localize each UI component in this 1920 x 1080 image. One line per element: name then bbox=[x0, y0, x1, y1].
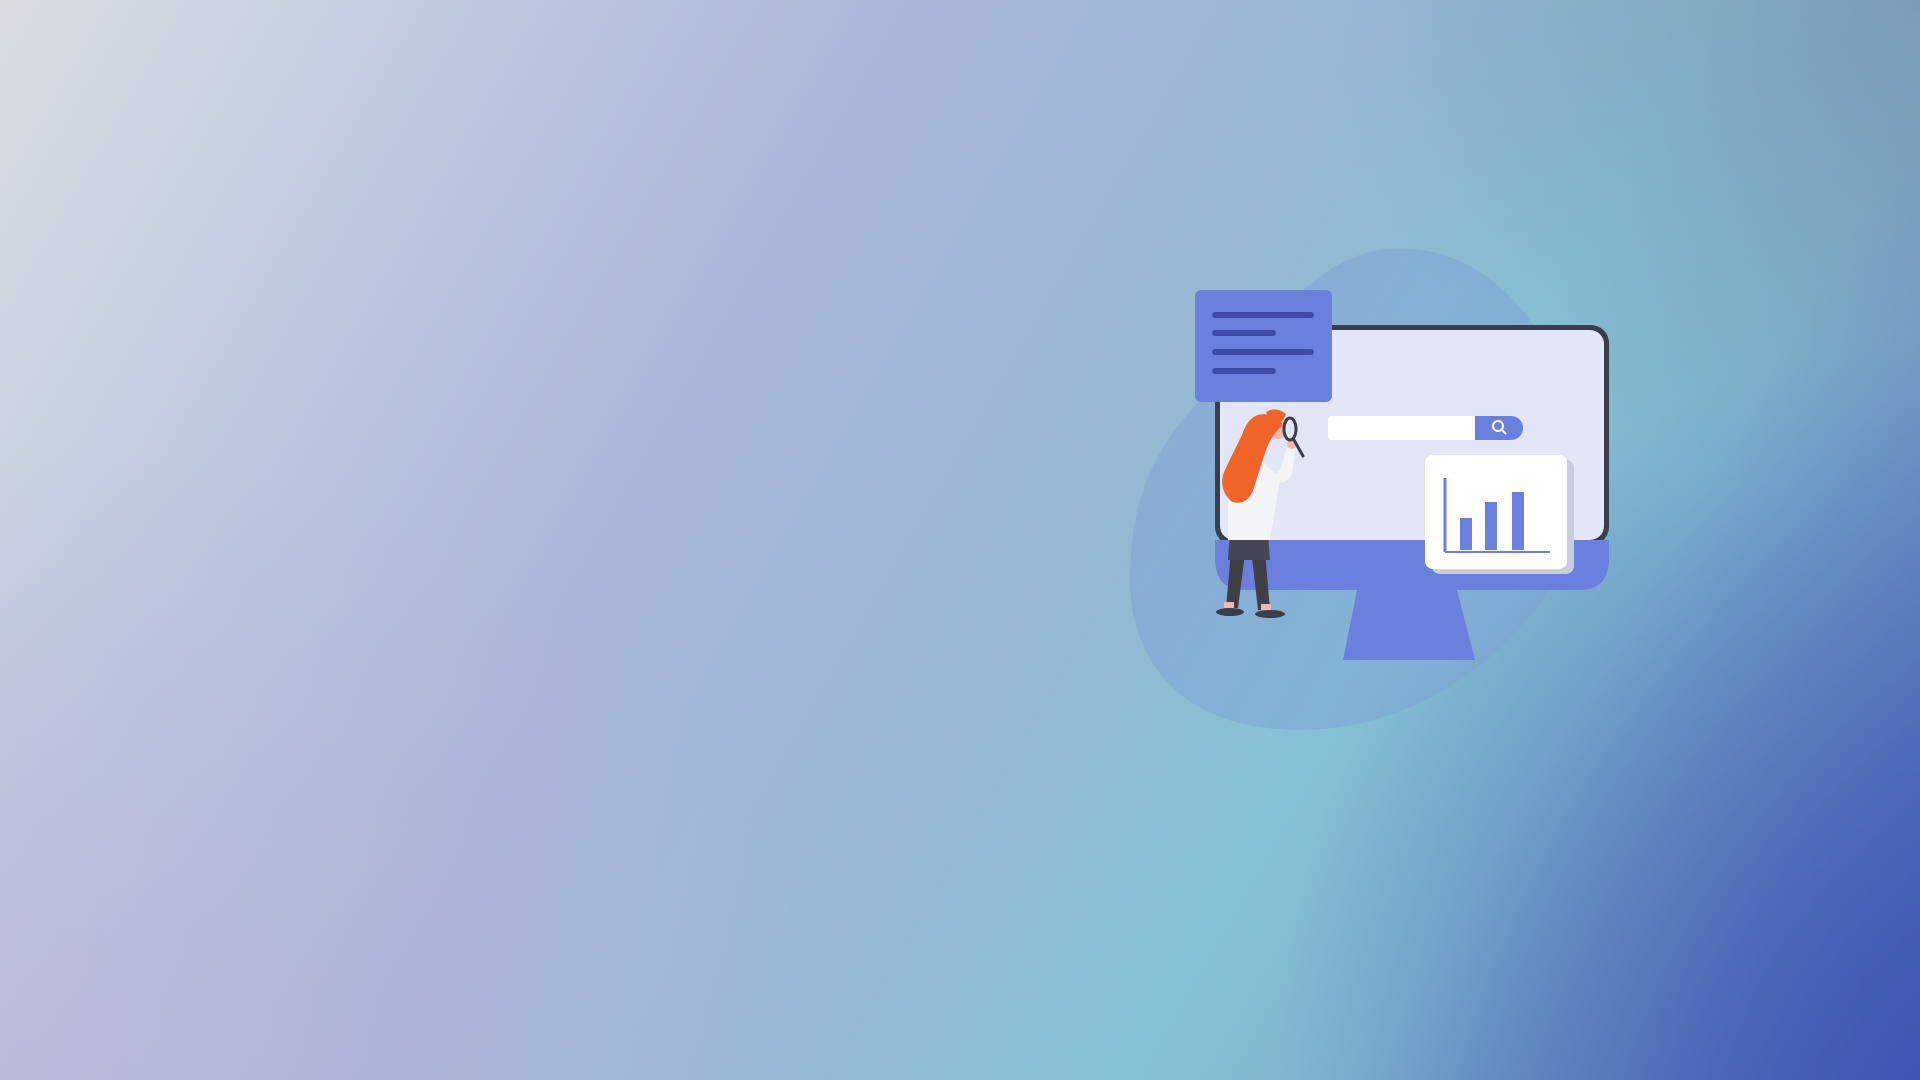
bar-chart-icon bbox=[1425, 455, 1574, 574]
person-searching-monitor-illustration bbox=[1120, 240, 1640, 740]
background bbox=[0, 0, 1920, 1080]
document-icon bbox=[1195, 290, 1332, 402]
search-bar bbox=[1328, 416, 1523, 440]
background-tint bbox=[0, 380, 900, 1080]
